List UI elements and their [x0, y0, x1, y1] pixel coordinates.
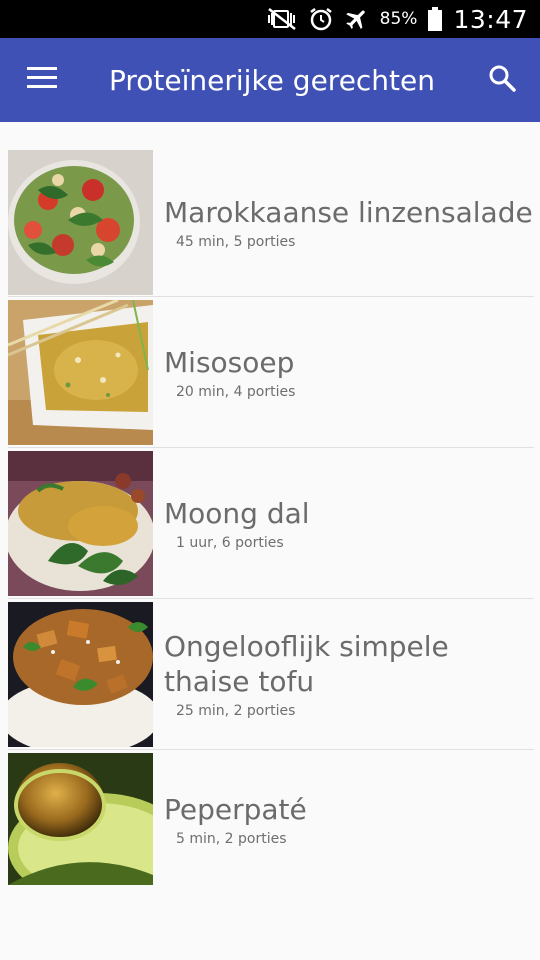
recipe-thumbnail — [8, 299, 153, 445]
search-icon — [488, 64, 516, 97]
recipe-item[interactable]: Misosoep 20 min, 4 porties — [8, 297, 534, 448]
status-bar: 85% 13:47 — [0, 0, 540, 38]
recipe-meta: 25 min, 2 porties — [176, 703, 296, 719]
recipe-meta: 45 min, 5 porties — [176, 233, 296, 250]
recipe-meta: 5 min, 2 porties — [176, 830, 287, 847]
recipe-title: Marokkaanse linzensalade — [164, 195, 533, 229]
recipe-meta: 1 uur, 6 porties — [176, 534, 284, 551]
mute-vibrate-icon — [266, 7, 298, 31]
recipe-meta: 20 min, 4 porties — [176, 383, 296, 400]
recipe-title: Moong dal — [164, 496, 310, 530]
recipe-thumbnail — [8, 149, 153, 295]
recipe-list: Marokkaanse linzensalade 45 min, 5 porti… — [0, 122, 540, 960]
app-bar: Proteïnerijke gerechten — [0, 38, 540, 122]
battery-icon — [427, 6, 443, 32]
airplane-mode-icon — [344, 6, 370, 32]
alarm-icon — [308, 6, 334, 32]
menu-button[interactable] — [0, 38, 84, 122]
page-title: Proteïnerijke gerechten — [109, 63, 436, 97]
recipe-item[interactable]: Ongelooflijk simpele thaise tofu 25 min,… — [8, 599, 534, 750]
clock: 13:47 — [453, 4, 528, 34]
recipe-thumbnail — [8, 450, 153, 596]
menu-icon — [27, 66, 57, 94]
recipe-item[interactable]: Marokkaanse linzensalade 45 min, 5 porti… — [8, 148, 534, 297]
recipe-title: Ongelooflijk simpele thaise tofu — [164, 630, 449, 698]
recipe-item[interactable]: Moong dal 1 uur, 6 porties — [8, 448, 534, 599]
search-button[interactable] — [464, 38, 540, 122]
battery-percent: 85% — [379, 9, 418, 29]
recipe-title: Misosoep — [164, 345, 295, 379]
recipe-thumbnail — [8, 601, 153, 747]
recipe-thumbnail — [8, 753, 153, 885]
recipe-title: Peperpaté — [164, 792, 307, 826]
recipe-item[interactable]: Peperpaté 5 min, 2 porties — [8, 750, 534, 888]
